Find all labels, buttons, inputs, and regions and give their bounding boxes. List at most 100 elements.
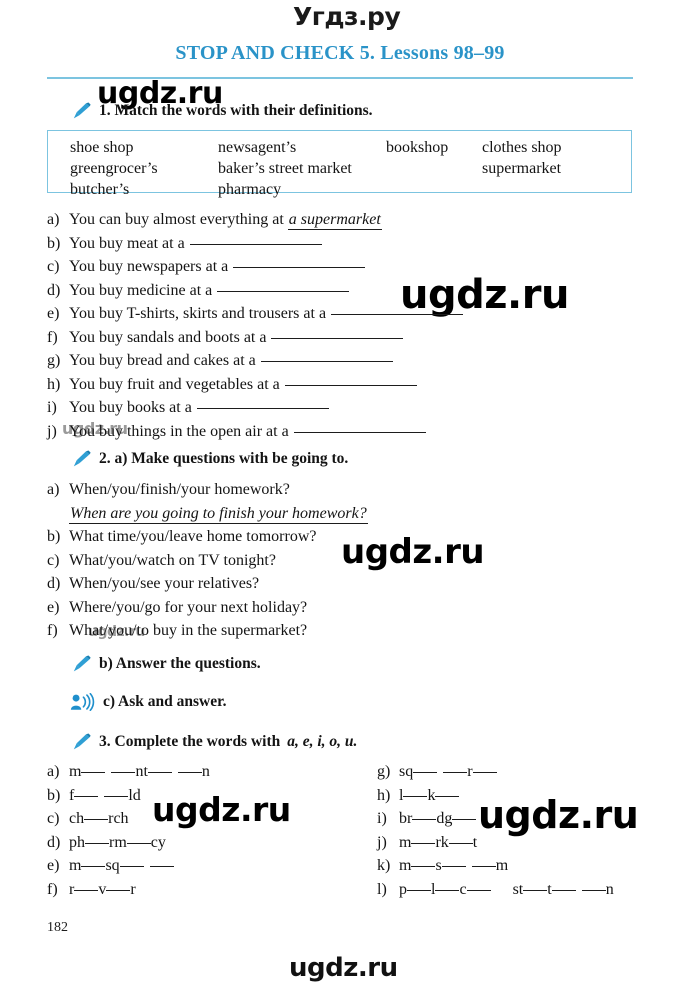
item-text: What/you/watch on TV tonight? [69,551,276,569]
letter-blank[interactable] [472,772,497,773]
letter-blank[interactable] [81,866,106,867]
letter-blank[interactable] [85,842,109,844]
exercise-3-heading-letters: a, e, i, o, u. [287,733,358,750]
item-text: You buy things in the open air at a [69,422,289,440]
letter-blank[interactable] [177,772,202,773]
list-item: g) You buy bread and cakes at a [47,352,463,376]
list-item: i) You buy books at a [47,399,463,423]
item-marker: f) [47,622,58,639]
item-marker: j) [377,833,387,851]
answer-blank[interactable] [233,267,366,268]
letter-blank[interactable] [126,842,151,844]
item-marker: b) [47,234,61,252]
watermark-footer: ugdz.ru [289,953,398,983]
letter-blank[interactable] [411,842,436,844]
item-marker: f) [47,328,58,346]
letter-blank[interactable] [104,795,129,797]
pen-icon [73,450,91,467]
item-marker: e) [47,857,60,874]
letter-blank[interactable] [149,866,174,867]
item-marker: a) [47,763,60,780]
letter-blank[interactable] [448,842,473,844]
letter-blank[interactable] [466,889,491,891]
item-marker: b) [47,786,61,804]
letter-blank[interactable] [106,889,131,891]
pen-icon [73,655,91,672]
item-text: When/you/see your relatives? [69,575,260,592]
item-text: You can buy almost everything at [69,211,284,228]
list-item: e) m sq [47,857,210,881]
letter-blank[interactable] [435,795,460,797]
letter-blank[interactable] [412,819,437,820]
answer-blank[interactable] [260,361,393,362]
letter-blank[interactable] [413,772,438,773]
word-bank-item: baker’s street market [218,160,352,177]
word-bank-item: butcher’s [70,181,130,198]
exercise-3-left-column: a) m nt n b) f ld c) ch rch d) ph rm cy e) m sq… [47,763,210,904]
list-item: f) What/you/to buy in the supermarket? [47,622,368,646]
list-item: d) ph rm cy [47,833,166,851]
list-item: d) You buy medicine at a [47,282,463,306]
exercise-1-items: a) You can buy almost everything at a su… [47,211,464,446]
speaking-person-icon [70,693,95,711]
word-bank-item: newsagent’s [218,139,297,156]
header-divider [47,77,633,79]
textbook-page: Угдз.ру ugdz.ru ugdz.ru ugdz.ru ugdz.ru … [0,0,680,989]
letter-blank[interactable] [452,819,477,820]
letter-blank[interactable] [551,889,576,891]
item-text: When/you/finish/your homework? [69,481,290,498]
list-item: d) When/you/see your relatives? [47,575,368,599]
word-bank-item: shoe shop [70,139,134,156]
answer-blank[interactable] [217,290,350,292]
letter-blank[interactable] [471,866,496,867]
item-text: You buy meat at a [69,234,185,252]
answer-blank[interactable] [271,337,404,339]
page-header: STOP AND CHECK 5. Lessons 98–99 [0,42,680,65]
exercise-3-heading: 3. Complete the words with a, e, i, o, u… [72,733,357,751]
letter-blank[interactable] [435,889,460,891]
list-item: b) You buy meat at a [47,235,463,259]
item-answer: a supermarket [287,211,382,230]
exercise-2c-heading-text: c) Ask and answer. [103,693,227,710]
letter-blank[interactable] [411,866,436,867]
answer-blank[interactable] [331,314,464,315]
letter-blank[interactable] [523,889,548,891]
exercise-2b-heading: b) Answer the questions. [72,655,261,673]
answer-blank[interactable] [189,243,322,245]
letter-blank[interactable] [403,795,428,797]
item-text: You buy books at a [69,399,192,416]
letter-blank[interactable] [111,772,136,773]
item-marker: j) [47,422,57,440]
item-marker: a) [47,481,60,498]
item-marker: c) [47,258,60,275]
letter-blank[interactable] [74,889,99,891]
answer-blank[interactable] [196,408,329,409]
letter-blank[interactable] [581,889,606,891]
list-item: c) What/you/watch on TV tonight? [47,552,368,576]
word-bank-item: pharmacy [218,181,282,198]
exercise-2b-heading-text: b) Answer the questions. [99,655,261,672]
list-item-answer: When are you going to finish your homewo… [47,505,368,529]
letter-blank[interactable] [119,866,144,867]
list-item: j) m rk t [377,833,478,851]
pen-icon [73,733,91,750]
letter-blank[interactable] [443,772,468,773]
page-number: 182 [47,920,68,935]
item-text: You buy T-shirts, skirts and trousers at… [69,305,327,322]
exercise-2a-heading: 2. a) Make questions with be going to. [72,450,348,468]
item-marker: c) [47,810,60,827]
letter-blank[interactable] [74,795,99,797]
letter-blank[interactable] [407,889,431,891]
letter-blank[interactable] [147,772,172,773]
list-item: f) You buy sandals and boots at a [47,329,463,353]
exercise-1-heading-text: 1. Match the words with their definition… [99,102,373,119]
letter-blank[interactable] [84,819,109,820]
list-item: a) m nt n [47,763,210,780]
answer-blank[interactable] [293,431,426,433]
answer-blank[interactable] [284,384,417,386]
letter-blank[interactable] [81,772,106,773]
list-item: c) You buy newspapers at a [47,258,463,282]
list-item: b) f ld [47,786,141,804]
letter-blank[interactable] [441,866,466,867]
item-answer: When are you going to finish your homewo… [69,504,368,524]
